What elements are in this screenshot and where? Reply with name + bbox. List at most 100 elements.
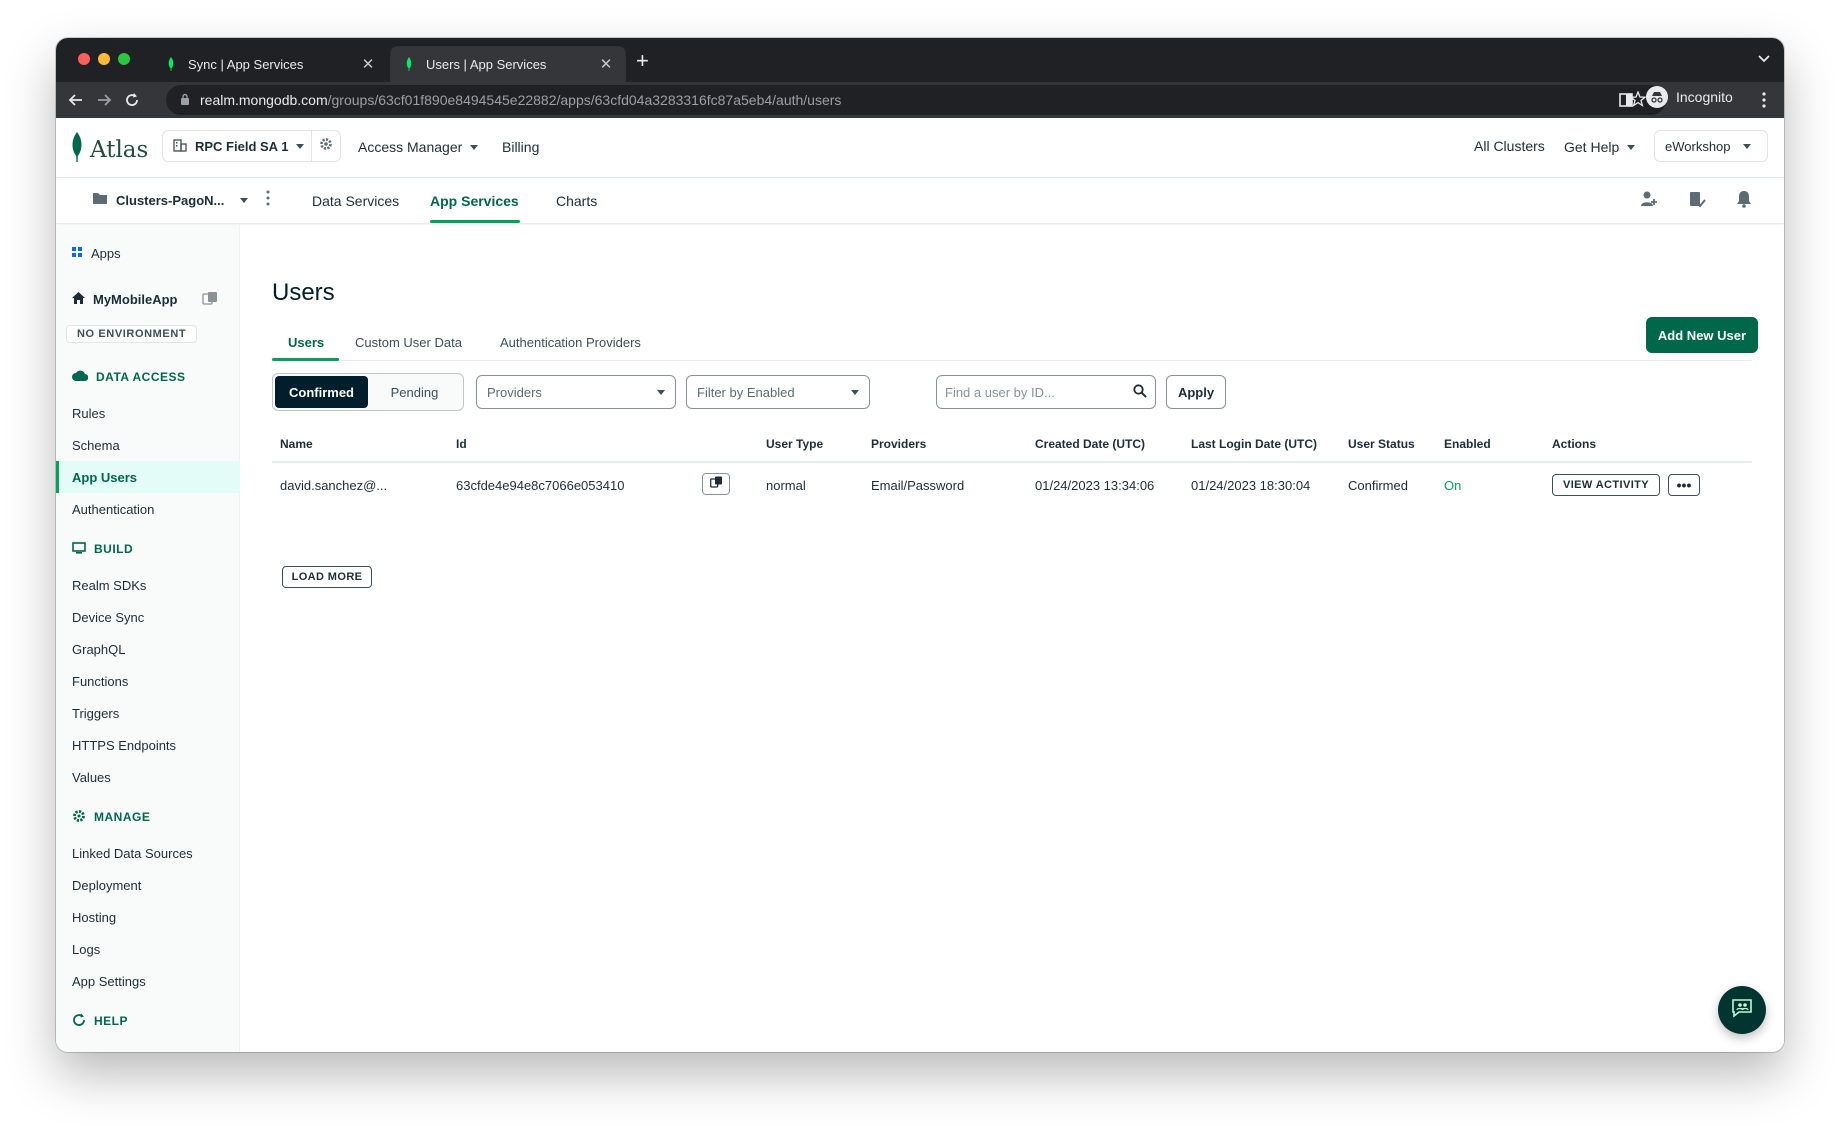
reload-icon[interactable]: [120, 88, 144, 112]
nav-app-services[interactable]: App Services: [430, 193, 519, 209]
account-menu[interactable]: eWorkshop: [1654, 130, 1768, 162]
cell-last-login: 01/24/2023 18:30:04: [1191, 478, 1311, 493]
nav-data-services[interactable]: Data Services: [312, 193, 399, 209]
all-clusters-label: All Clusters: [1474, 138, 1545, 154]
caret-down-icon: [240, 197, 249, 203]
project-select[interactable]: Clusters-PagoN...: [92, 192, 249, 208]
sidebar-item-realm-sdks[interactable]: Realm SDKs: [56, 569, 240, 601]
nav-charts[interactable]: Charts: [556, 193, 597, 209]
search-icon[interactable]: [1133, 383, 1147, 401]
sidebar-item-graphql[interactable]: GraphQL: [56, 633, 240, 665]
caret-down-icon: [1742, 143, 1751, 149]
column-header-user-status[interactable]: User Status: [1348, 437, 1415, 451]
add-new-user-button[interactable]: Add New User: [1646, 317, 1758, 353]
user-id-search-input[interactable]: Find a user by ID...: [936, 375, 1156, 409]
sidebar-item-triggers[interactable]: Triggers: [56, 697, 240, 729]
close-window-button[interactable]: [78, 53, 90, 65]
sidebar-item-hosting[interactable]: Hosting: [56, 901, 240, 933]
sidebar-section-manage: MANAGE: [56, 807, 240, 827]
column-header-enabled[interactable]: Enabled: [1444, 437, 1491, 451]
sidebar-item-rules[interactable]: Rules: [56, 397, 240, 429]
sidebar-item-authentication[interactable]: Authentication: [56, 493, 240, 525]
project-nav: Clusters-PagoN... Data Services App Serv…: [56, 178, 1784, 224]
app-name-label: MyMobileApp: [93, 291, 178, 307]
sidebar-item-logs[interactable]: Logs: [56, 933, 240, 965]
load-more-button[interactable]: LOAD MORE: [282, 566, 372, 588]
cell-enabled-status: On: [1444, 478, 1462, 493]
column-header-last-login[interactable]: Last Login Date (UTC): [1191, 437, 1317, 451]
minimize-window-button[interactable]: [98, 53, 110, 65]
sidebar-item-device-sync[interactable]: Device Sync: [56, 601, 240, 633]
sidebar-item-label: GraphQL: [72, 641, 126, 657]
sidebar-app-name[interactable]: MyMobileApp: [56, 289, 240, 309]
enabled-filter-select[interactable]: Filter by Enabled: [686, 375, 870, 409]
side-panel-icon[interactable]: [1614, 88, 1638, 112]
browser-tab-sync[interactable]: Sync | App Services ✕: [152, 46, 388, 82]
address-bar[interactable]: realm.mongodb.com/groups/63cf01f890e8494…: [166, 85, 1666, 115]
cell-user-status: Confirmed: [1348, 478, 1408, 493]
sidebar-section-help[interactable]: HELP: [56, 1011, 240, 1031]
billing-label: Billing: [502, 139, 540, 155]
tab-custom-user-data[interactable]: Custom User Data: [355, 335, 462, 350]
get-help-menu[interactable]: Get Help: [1564, 139, 1636, 155]
sidebar-item-deployment[interactable]: Deployment: [56, 869, 240, 901]
sidebar-item-values[interactable]: Values: [56, 761, 240, 793]
build-monitor-icon: [72, 541, 86, 557]
atlas-logo[interactable]: Atlas: [70, 132, 148, 167]
activity-feed-icon[interactable]: [1688, 190, 1706, 213]
sidebar-item-functions[interactable]: Functions: [56, 665, 240, 697]
close-tab-icon[interactable]: ✕: [598, 55, 614, 73]
project-options-icon[interactable]: [266, 190, 270, 211]
new-tab-button[interactable]: +: [636, 50, 649, 72]
table-row: david.sanchez@... 63cfde4e94e8c7066e0534…: [272, 463, 1752, 509]
more-actions-button[interactable]: •••: [1668, 474, 1700, 496]
tab-authentication-providers[interactable]: Authentication Providers: [500, 335, 641, 350]
maximize-window-button[interactable]: [118, 53, 130, 65]
column-header-id[interactable]: Id: [456, 437, 467, 451]
section-title: HELP: [94, 1014, 129, 1028]
tab-users[interactable]: Users: [288, 335, 324, 350]
incognito-indicator[interactable]: Incognito: [1646, 86, 1733, 108]
organization-settings-button[interactable]: [311, 130, 341, 162]
cell-name[interactable]: david.sanchez@...: [280, 478, 387, 493]
cell-user-type: normal: [766, 478, 806, 493]
segment-pending[interactable]: Pending: [368, 376, 461, 408]
sidebar-item-apps[interactable]: Apps: [56, 243, 240, 263]
copy-app-id-icon[interactable]: [202, 291, 218, 308]
close-tab-icon[interactable]: ✕: [360, 55, 376, 73]
gear-icon: [72, 809, 86, 826]
caret-down-icon: [851, 389, 859, 395]
browser-tab-users[interactable]: Users | App Services ✕: [390, 46, 626, 82]
access-manager-menu[interactable]: Access Manager: [358, 139, 479, 155]
sidebar-item-https-endpoints[interactable]: HTTPS Endpoints: [56, 729, 240, 761]
sidebar-item-schema[interactable]: Schema: [56, 429, 240, 461]
chat-support-button[interactable]: [1718, 986, 1766, 1034]
invite-user-icon[interactable]: [1640, 190, 1658, 213]
organization-select[interactable]: RPC Field SA 1: [162, 130, 312, 162]
column-header-user-type[interactable]: User Type: [766, 437, 823, 451]
forward-arrow-icon[interactable]: [92, 88, 116, 112]
column-header-name[interactable]: Name: [280, 437, 313, 451]
incognito-label: Incognito: [1676, 89, 1733, 105]
column-header-created-date[interactable]: Created Date (UTC): [1035, 437, 1145, 451]
notifications-bell-icon[interactable]: [1736, 190, 1752, 213]
help-refresh-icon: [72, 1013, 86, 1030]
back-arrow-icon[interactable]: [64, 88, 88, 112]
tab-search-chevron-icon[interactable]: [1758, 52, 1770, 66]
billing-link[interactable]: Billing: [502, 139, 539, 155]
sidebar-item-linked-data-sources[interactable]: Linked Data Sources: [56, 837, 240, 869]
apply-filters-button[interactable]: Apply: [1166, 375, 1226, 409]
section-title: BUILD: [94, 542, 134, 556]
browser-menu-icon[interactable]: [1752, 88, 1776, 112]
column-header-providers[interactable]: Providers: [871, 437, 926, 451]
segment-confirmed[interactable]: Confirmed: [275, 376, 368, 408]
view-activity-button[interactable]: VIEW ACTIVITY: [1552, 474, 1660, 496]
copy-id-button[interactable]: [702, 473, 730, 495]
sidebar-item-app-settings[interactable]: App Settings: [56, 965, 240, 997]
building-icon: [173, 138, 187, 155]
sidebar-item-app-users[interactable]: App Users: [56, 461, 240, 493]
providers-placeholder: Providers: [487, 384, 542, 400]
all-clusters-link[interactable]: All Clusters: [1474, 138, 1545, 154]
providers-select[interactable]: Providers: [476, 375, 676, 409]
caret-down-icon: [470, 144, 479, 150]
